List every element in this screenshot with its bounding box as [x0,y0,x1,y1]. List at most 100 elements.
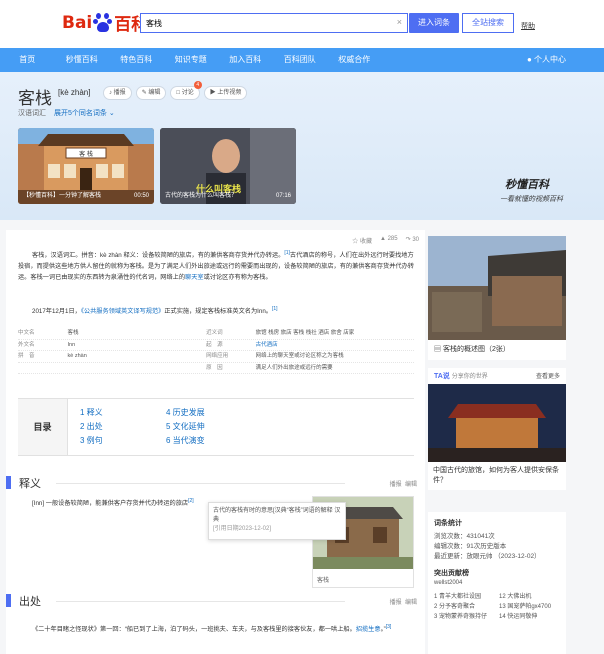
section-ops: 播报 编辑 [390,479,417,488]
info-key: 拼 音 [18,353,35,359]
section-edit-button[interactable]: 编辑 [405,482,417,488]
citation-tooltip: 古代的客栈有时的意思[汉典“客栈”词语的解释 汉典 [引用日期2023-12-0… [208,502,346,540]
ta-logo: TA说 [434,373,450,380]
broadcast-button[interactable]: ♪ 播报 [103,86,132,100]
info-value: kè zhàn [67,353,87,359]
star-icon: ☆ [352,239,359,245]
info-key: 起 源 [206,341,223,348]
toc-item[interactable]: 1 释义 [80,407,103,418]
info-row: 外文名 Inn 起 源 古代酒店 [18,340,414,351]
album-caption: ▤ 客栈的概述图（2张） [434,344,510,354]
chatroom-link[interactable]: 聊天室 [185,274,204,281]
info-value [68,363,207,374]
stats-list: 浏览次数：431041次 编辑次数：91次历史版本 最近更新：放眼元帅 （202… [434,532,560,562]
entry-category: 汉语词汇 [18,110,46,117]
list-item[interactable]: 12 大佛出机 [499,592,560,602]
source-text: 《二十年目睹之怪现状》第一回：“船已到了上海，泊了码头，一班挑夫、车夫，与及客栈… [32,626,356,634]
toc-item[interactable]: 3 例句 [80,435,103,446]
section-title: 出处 [19,596,41,608]
list-item[interactable]: 2 分予客奇聚合 [434,602,495,612]
nav-item-home[interactable]: 首页 [0,48,55,72]
nav-item-join[interactable]: 加入百科 [218,48,273,72]
favorite-button[interactable]: ☆ 收藏 [352,236,372,245]
toc-item[interactable]: 4 历史发展 [166,407,205,418]
divider [56,483,345,484]
nav-item-miaodong[interactable]: 秒懂百科 [55,48,110,72]
like-button[interactable]: ▲ 285 [380,236,398,245]
citation-link[interactable]: [1] [272,306,278,312]
logo-text-left: Bai [62,12,93,33]
top-bar: Bai 百科 × 进入词条 全站搜索 帮助 [0,0,604,48]
section-edit-button[interactable]: 编辑 [405,600,417,606]
standard-link[interactable]: 《公共服务领域英文译写规范》 [81,308,165,315]
search-input[interactable] [141,14,386,32]
album-label: 客栈的概述图（2张） [442,346,510,353]
info-value: 旅馆 栈房 旅店 客栈 栈社 酒店 旅舍 店家 [255,330,355,336]
contributor-name[interactable]: wellst2004 [434,580,560,586]
info-value-link[interactable]: 古代酒店 [256,340,414,351]
basic-info-table: 中文名 客栈 近义词 旅馆 栈房 旅店 客栈 栈社 酒店 旅舍 店家 外文名 Inn 起 … [18,328,414,374]
section-broadcast-button[interactable]: 播报 [390,482,402,488]
toc-item[interactable]: 6 当代演变 [166,435,205,446]
standard-text: 正式实施，规定客栈标准英文名为Inn。 [164,308,272,316]
section-broadcast-button[interactable]: 播报 [390,600,402,606]
image-caption: 客栈 [317,578,330,584]
citation-link[interactable]: [3] [386,624,392,630]
video-card[interactable]: 什么叫客栈 古代的客栈为什么叫客栈？ 07:16 [160,128,296,204]
standard-date: 2017年12月1日， [32,308,81,316]
list-item[interactable]: 3 宠物蒙养奇猴持仔 [434,612,495,622]
toc-item[interactable]: 5 文化延伸 [166,421,205,432]
expand-homonyms-link[interactable]: 展开5个同名词条 [54,110,107,117]
upload-video-label: 上传视频 [217,90,242,96]
edit-button[interactable]: ✎ 编辑 [135,86,167,100]
ta-article-image[interactable] [428,384,566,462]
list-item[interactable]: 1 青羊大都社设园 [434,592,495,602]
info-key [18,363,68,374]
nav-item-partner[interactable]: 权威合作 [327,48,382,72]
source-link[interactable]: 招揽生意 [356,626,381,633]
section-title: 释义 [19,478,41,490]
ta-subtitle: 分享你的世界 [451,374,488,380]
page-title: 客栈 [18,89,52,109]
ta-more-link[interactable]: 查看更多 [536,371,560,380]
summary-text-end: 或讨论区亦有称为客栈。 [203,274,272,282]
enter-entry-button[interactable]: 进入词条 [409,13,459,33]
list-item[interactable]: 13 国宠萨帕gx4700 [499,602,560,612]
list-item[interactable]: 14 快运同敬伸 [499,612,560,622]
miaodong-tagline: 一看就懂的视频百科 [500,196,563,203]
nav-item-team[interactable]: 百科团队 [273,48,328,72]
info-key: 近义词 [206,330,223,336]
upload-video-button[interactable]: ▶ 上传视频 [203,86,248,100]
nav-item-topics[interactable]: 知识专题 [164,48,219,72]
info-key: 外文名 [18,341,35,348]
standard-paragraph: 2017年12月1日，《公共服务领域英文译写规范》正式实施，规定客栈标准英文名为… [18,304,414,317]
toc-item[interactable]: 2 出处 [80,421,103,432]
ta-article-title[interactable]: 中国古代的旅馆，如何为客人提供安保条件？ [428,464,566,488]
citation-link[interactable]: [2] [188,498,194,504]
video-card[interactable]: 客 栈 【秒懂百科】一分钟了解客栈 00:50 [18,128,154,204]
contrib-title: 突出贡献榜 [434,570,469,577]
clear-icon[interactable]: × [397,17,402,27]
site-search-button[interactable]: 全站搜索 [462,13,514,33]
album-card[interactable]: ▤ 客栈的概述图（2张） [428,236,566,360]
info-value: 网络上的聊天室或讨论区称之为客栈 [255,353,344,359]
tooltip-ref: [引用日期2023-12-02] [213,526,272,532]
user-icon: ● [526,55,534,64]
entry-subline: 汉语词汇 展开5个同名词条 ⌄ [18,108,115,118]
broadcast-label: 播报 [113,90,126,96]
edit-label: 编辑 [148,90,161,96]
share-button[interactable]: ↷ 30 [406,236,419,245]
help-link[interactable]: 帮助 [521,21,535,31]
entry-header: 客栈 [kè zhàn] ♪ 播报 ✎ 编辑 □ 讨论 4 ▶ 上传视频 汉语词汇… [0,72,604,220]
pencil-icon: ✎ [141,90,147,96]
share-icon: ↷ [405,237,411,243]
discuss-button[interactable]: □ 讨论 4 [170,81,202,100]
toc-label: 目录 [18,399,68,455]
personal-center-link[interactable]: ● 个人中心 [527,48,566,72]
last-updated: 最近更新：放眼元帅 （2023-12-02） [434,553,541,560]
video-caption: 【秒懂百科】一分钟了解客栈 [23,193,102,199]
baidu-baike-logo[interactable]: Bai 百科 [62,10,148,35]
section-marker [6,476,11,489]
nav-item-feature[interactable]: 特色百科 [109,48,164,72]
discuss-badge: 4 [193,81,202,89]
